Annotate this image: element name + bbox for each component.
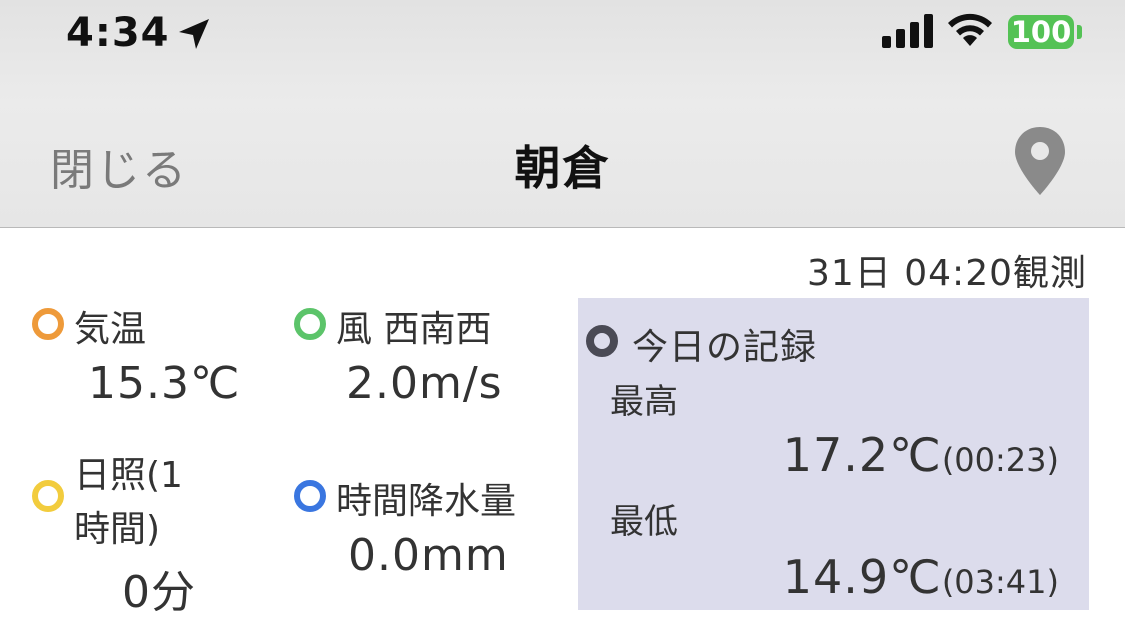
record-low-value: 14.9℃ <box>782 550 942 604</box>
record-low-label: 最低 <box>610 502 678 542</box>
precipitation-label: 時間降水量 <box>336 481 517 522</box>
sunshine-label-line2: 時間) <box>74 509 161 550</box>
record-high-value-group: 17.2℃(00:23) <box>783 428 1059 482</box>
record-high-time: (00:23) <box>941 441 1059 479</box>
status-time: 4:34 <box>66 10 170 56</box>
header-area: 4:34 100 閉じる 朝倉 <box>0 0 1125 228</box>
wifi-icon <box>948 13 992 46</box>
precipitation-value: 0.0mm <box>348 530 509 581</box>
temperature-label: 気温 <box>74 309 147 350</box>
page-title: 朝倉 <box>514 141 611 195</box>
sunshine-value: 0分 <box>122 567 196 618</box>
record-high-value: 17.2℃ <box>782 428 942 482</box>
record-dot-icon <box>586 325 618 357</box>
record-low-value-group: 14.9℃(03:41) <box>783 550 1059 604</box>
record-title: 今日の記録 <box>632 327 818 368</box>
today-record-panel: 今日の記録 最高 17.2℃(00:23) 最低 14.9℃(03:41) <box>578 298 1089 610</box>
temperature-value: 15.3℃ <box>88 358 241 409</box>
sunshine-dot-icon <box>32 480 64 512</box>
battery-indicator: 100 <box>1008 15 1074 49</box>
record-low-time: (03:41) <box>941 563 1059 601</box>
map-pin-icon[interactable] <box>1012 125 1068 197</box>
battery-level: 100 <box>1010 15 1072 49</box>
wind-value: 2.0m/s <box>346 358 503 409</box>
precipitation-dot-icon <box>294 480 326 512</box>
location-arrow-icon <box>179 19 209 49</box>
temperature-dot-icon <box>32 308 64 340</box>
sunshine-label-line1: 日照(1 <box>74 455 183 496</box>
cellular-signal-icon <box>882 14 933 48</box>
wind-dot-icon <box>294 308 326 340</box>
battery-tip <box>1077 25 1082 39</box>
wind-label: 風 西南西 <box>336 309 492 350</box>
observation-time: 31日 04:20観測 <box>807 253 1087 294</box>
record-high-label: 最高 <box>610 382 678 422</box>
